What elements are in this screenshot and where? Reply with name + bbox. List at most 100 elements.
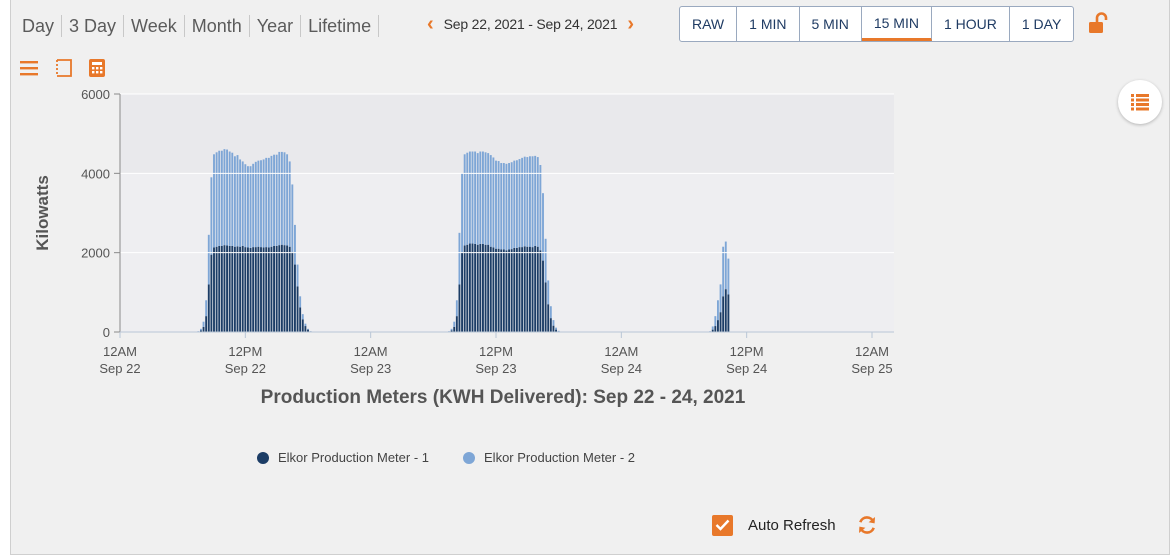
bar-meter-1: [487, 244, 490, 332]
bar-meter-1: [461, 252, 463, 332]
bar-meter-2: [495, 160, 497, 249]
chart-title: Production Meters (KWH Delivered): Sep 2…: [261, 387, 746, 408]
bar-meter-1: [719, 312, 722, 332]
bar-meter-1: [484, 244, 487, 332]
bar-meter-1: [495, 248, 497, 332]
bar-meter-1: [236, 246, 239, 332]
bar-meter-1: [205, 316, 208, 332]
bar-meter-1: [213, 247, 215, 332]
bar-meter-2: [468, 151, 471, 244]
bar-meter-1: [479, 243, 482, 332]
bar-meter-1: [283, 245, 286, 332]
bar-meter-1: [231, 245, 234, 332]
bar-meter-2: [461, 173, 463, 253]
bar-meter-2: [270, 155, 273, 247]
legend-item-meter-2[interactable]: Elkor Production Meter - 2: [463, 450, 635, 465]
bar-meter-1: [294, 264, 296, 332]
bar-meter-1: [458, 284, 461, 332]
bar-meter-2: [724, 241, 727, 290]
y-tick-label: 6000: [81, 87, 110, 102]
bar-meter-2: [296, 264, 299, 287]
bar-meter-1: [278, 245, 281, 332]
bar-meter-1: [301, 319, 304, 332]
bar-meter-2: [505, 163, 508, 251]
bar-meter-1: [455, 316, 458, 332]
bar-meter-1: [508, 249, 510, 332]
legend-dot: [257, 451, 269, 464]
bar-meter-2: [711, 326, 714, 330]
bar-meter-2: [534, 155, 537, 246]
bar-meter-2: [722, 246, 725, 297]
x-tick-label-time: 12PM: [479, 344, 513, 359]
bar-meter-2: [557, 330, 560, 332]
bar-meter-2: [200, 328, 202, 331]
legend-label: Elkor Production Meter - 2: [484, 450, 636, 465]
bar-meter-2: [492, 157, 495, 248]
bar-meter-2: [299, 296, 302, 308]
bar-meter-1: [549, 318, 552, 332]
bar-meter-1: [497, 248, 500, 332]
bar-meter-2: [228, 151, 231, 246]
x-tick-label-time: 12PM: [730, 344, 764, 359]
bar-meter-1: [489, 246, 492, 332]
bar-meter-2: [531, 156, 534, 248]
x-tick-label-date: Sep 24: [601, 361, 642, 376]
bar-meter-2: [213, 154, 215, 248]
x-tick-label-time: 12AM: [354, 344, 388, 359]
x-tick-label-time: 12AM: [604, 344, 638, 359]
bar-meter-1: [552, 325, 555, 332]
bar-meter-1: [202, 326, 205, 332]
bar-meter-2: [278, 151, 281, 246]
bar-meter-1: [260, 247, 262, 332]
bar-meter-2: [500, 163, 503, 250]
bar-meter-2: [523, 156, 526, 247]
x-tick-label-date: Sep 24: [726, 361, 767, 376]
bar-meter-2: [307, 328, 309, 330]
bar-meter-1: [280, 244, 283, 332]
bar-meter-2: [247, 166, 249, 248]
bar-meter-1: [299, 307, 302, 332]
bar-meter-1: [521, 247, 524, 332]
bar-meter-2: [220, 150, 223, 246]
bar-meter-1: [471, 243, 474, 332]
bar-meter-2: [207, 234, 210, 285]
bar-meter-2: [484, 152, 487, 245]
bar-meter-2: [552, 320, 555, 326]
refresh-icon[interactable]: [856, 514, 878, 536]
bar-meter-2: [508, 163, 510, 250]
bar-meter-1: [531, 247, 534, 332]
auto-refresh-checkbox[interactable]: [712, 514, 733, 536]
bar-meter-2: [202, 321, 205, 327]
bar-meter-2: [294, 224, 296, 265]
bar-meter-2: [502, 163, 505, 250]
bar-meter-1: [210, 254, 213, 332]
bar-meter-2: [482, 151, 484, 244]
bar-meter-1: [223, 245, 226, 332]
bar-meter-1: [502, 249, 505, 332]
bar-meter-2: [489, 155, 492, 247]
bar-meter-2: [254, 161, 257, 248]
bar-meter-1: [468, 243, 471, 332]
bar-meter-1: [534, 245, 537, 332]
bar-meter-2: [536, 157, 539, 247]
bar-meter-2: [497, 161, 500, 249]
bar-meter-1: [717, 320, 719, 332]
bar-meter-2: [304, 323, 307, 327]
bar-meter-2: [466, 152, 469, 245]
bar-meter-1: [226, 245, 228, 332]
bar-meter-2: [273, 154, 275, 246]
bar-meter-2: [727, 258, 730, 295]
bar-meter-1: [288, 246, 291, 332]
legend-item-meter-1[interactable]: Elkor Production Meter - 1: [257, 450, 429, 465]
bar-meter-2: [474, 151, 477, 244]
bar-meter-2: [476, 153, 479, 245]
bar-meter-2: [231, 152, 234, 246]
bar-meter-2: [719, 284, 722, 313]
checkmark-icon: [715, 519, 730, 531]
bar-meter-1: [249, 247, 252, 332]
bar-meter-1: [228, 245, 231, 332]
bar-meter-1: [482, 243, 484, 332]
x-tick-label-date: Sep 22: [225, 361, 266, 376]
bar-meter-2: [233, 156, 236, 247]
bar-meter-2: [463, 154, 466, 246]
